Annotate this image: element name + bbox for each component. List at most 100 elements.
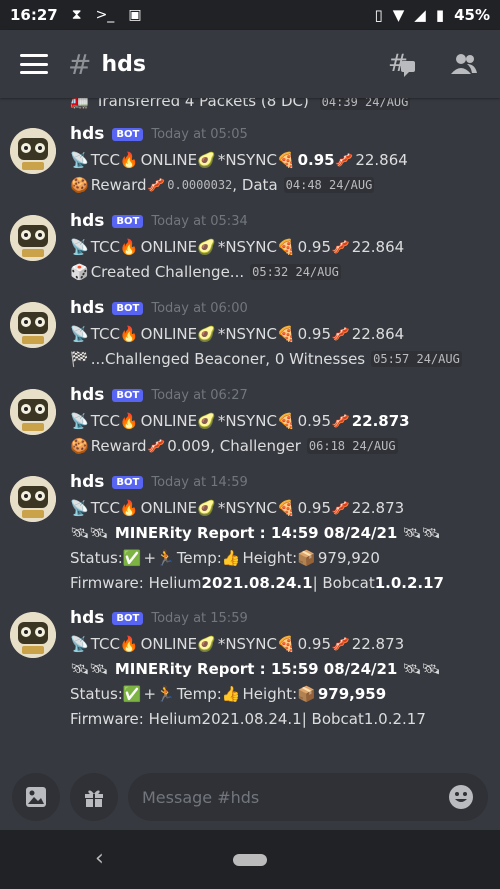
menu-icon[interactable]: [20, 54, 48, 74]
bacon-icon: 🥓: [146, 176, 166, 194]
value-bacon: 22.873: [351, 499, 405, 517]
status-line: 📡 TCC 🔥 ONLINE 🥑 *NSYNC 🍕 0.95 🥓 22.873: [70, 499, 404, 517]
detail-line: 🍪 Reward 🥓 0.0000032, Data 04:48 24/AUG: [70, 176, 375, 194]
home-pill[interactable]: [233, 854, 267, 866]
battery-percent: 45%: [454, 6, 490, 24]
report-title: MINERity Report : 14:59 08/24/21: [114, 524, 398, 542]
bobcat-label: | Bobcat: [312, 574, 375, 592]
event-text: Created Challenge...: [90, 263, 245, 281]
height-value: 979,920: [317, 549, 380, 567]
robot-avatar-icon: [10, 215, 56, 261]
message-timestamp: Today at 05:34: [151, 213, 248, 229]
thumbs-up-icon: 👍: [221, 685, 241, 703]
signal-icon: ◢: [414, 6, 426, 24]
runner-icon: 🏃: [156, 685, 175, 703]
label-tcc: TCC: [90, 151, 120, 169]
message-timestamp: Today at 06:27: [151, 387, 248, 403]
firmware-label: Firmware: Helium: [70, 710, 202, 728]
battery-icon: ▮: [435, 6, 445, 24]
reward-label: Reward: [90, 437, 147, 455]
username[interactable]: hds: [70, 608, 104, 628]
satellite-icon: 📡: [70, 635, 89, 653]
value-pizza: 0.95: [297, 151, 335, 169]
value-pizza: 0.95: [297, 635, 332, 653]
satellite-icon: 📡: [70, 412, 89, 430]
message-timestamp: Today at 14:59: [151, 474, 248, 490]
report-title-line: 🛰🛰 MINERity Report : 14:59 08/24/21 🛰🛰: [70, 524, 442, 542]
satellite-icon: 🛰🛰: [402, 660, 441, 678]
back-icon[interactable]: ‹: [95, 846, 104, 871]
threads-button[interactable]: #: [386, 48, 418, 80]
username[interactable]: hds: [70, 124, 104, 144]
firmware-line: Firmware: Helium 2021.08.24.1 | Bobcat 1…: [70, 710, 426, 728]
pizza-icon: 🍕: [276, 325, 296, 343]
value-bacon: 22.864: [351, 325, 405, 343]
pizza-icon: 🍕: [276, 635, 296, 653]
channel-name: hds: [101, 51, 146, 77]
status-line: 📡 TCC 🔥 ONLINE 🥑 *NSYNC 🍕 0.95 🥓 22.873: [70, 412, 410, 430]
label-online: ONLINE: [140, 325, 198, 343]
value-bacon: 22.873: [351, 412, 410, 430]
image-icon: [26, 787, 46, 807]
message-inline-timestamp: 04:48 24/AUG: [283, 177, 375, 193]
avatar[interactable]: [10, 128, 56, 174]
cookie-icon: 🍪: [70, 437, 89, 455]
avatar[interactable]: [10, 612, 56, 658]
label-online: ONLINE: [140, 499, 198, 517]
check-icon: ✅: [122, 685, 142, 703]
runner-icon: 🏃: [156, 549, 175, 567]
message-list[interactable]: 🚛 Transferred 4 Packets (8 DC) 04:39 24/…: [0, 98, 500, 768]
label-online: ONLINE: [140, 238, 198, 256]
robot-avatar-icon: [10, 389, 56, 435]
emoji-icon[interactable]: [448, 784, 474, 810]
message-line: 🚛 Transferred 4 Packets (8 DC) 04:39 24/…: [70, 98, 411, 110]
message-input-placeholder: Message #hds: [142, 787, 260, 807]
username[interactable]: hds: [70, 298, 104, 318]
avatar[interactable]: [10, 302, 56, 348]
label-nsync: *NSYNC: [217, 412, 277, 430]
save-icon: ▣: [128, 7, 142, 23]
plus-text: +: [143, 685, 157, 703]
message-input[interactable]: Message #hds: [128, 773, 488, 821]
avatar[interactable]: [10, 215, 56, 261]
satellite-icon: 📡: [70, 325, 89, 343]
pizza-icon: 🍕: [276, 499, 296, 517]
bot-badge: BOT: [112, 214, 144, 228]
dice-icon: 🎲: [70, 263, 89, 281]
system-nav-bar: ‹: [0, 830, 500, 889]
label-tcc: TCC: [90, 635, 120, 653]
fire-icon: 🔥: [119, 412, 139, 430]
username[interactable]: hds: [70, 385, 104, 405]
bacon-icon: 🥓: [331, 499, 350, 517]
gift-button[interactable]: [70, 773, 118, 821]
robot-avatar-icon: [10, 302, 56, 348]
avatar[interactable]: [10, 389, 56, 435]
plus-text: +: [143, 549, 157, 567]
satellite-icon: 📡: [70, 499, 89, 517]
message-timestamp: Today at 15:59: [151, 610, 248, 626]
bobcat-version: 1.0.2.17: [374, 574, 444, 592]
attach-image-button[interactable]: [12, 773, 60, 821]
package-icon: 📦: [297, 685, 316, 703]
satellite-icon: 🛰🛰: [402, 524, 441, 542]
status-line: 📡 TCC 🔥 ONLINE 🥑 *NSYNC 🍕 0.95 🥓 22.864: [70, 151, 408, 169]
username[interactable]: hds: [70, 211, 104, 231]
robot-avatar-icon: [10, 612, 56, 658]
bacon-icon: 🥓: [331, 412, 350, 430]
pizza-icon: 🍕: [276, 238, 296, 256]
temp-label: Temp:: [176, 549, 222, 567]
avocado-icon: 🥑: [197, 412, 216, 430]
gift-icon: [85, 790, 103, 807]
check-icon: ✅: [122, 549, 142, 567]
members-button[interactable]: [448, 48, 480, 80]
username[interactable]: hds: [70, 472, 104, 492]
label-nsync: *NSYNC: [217, 325, 277, 343]
wifi-icon: ▼: [392, 6, 405, 24]
fire-icon: 🔥: [119, 499, 139, 517]
package-icon: 📦: [297, 549, 316, 567]
avatar[interactable]: [10, 476, 56, 522]
status-bar: 16:27 ⧗ >_ ▣ ▯ ▼ ◢ ▮ 45%: [0, 0, 500, 30]
terminal-icon: >_: [95, 7, 115, 23]
pizza-icon: 🍕: [276, 151, 296, 169]
reward-label: Reward: [90, 176, 147, 194]
